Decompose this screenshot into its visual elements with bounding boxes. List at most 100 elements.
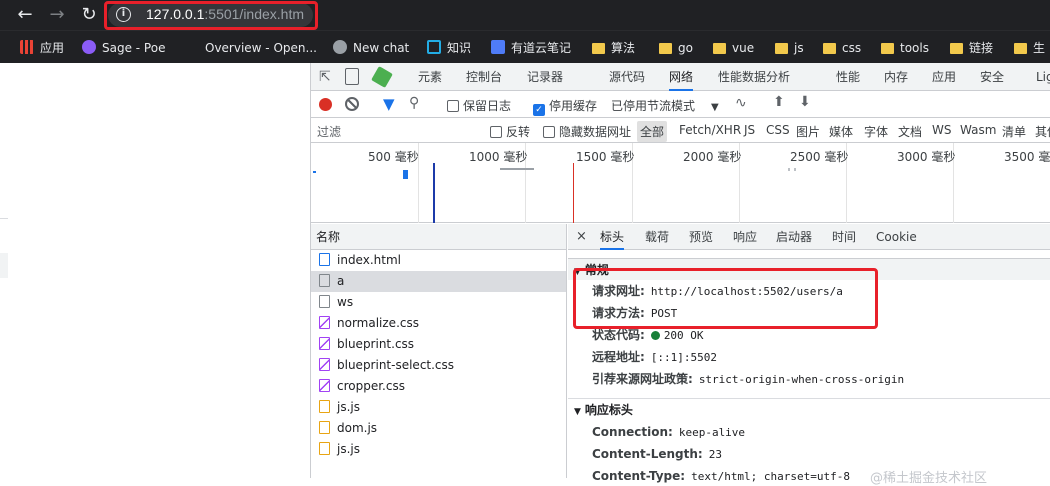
- timeline-tick-label: 3000 毫秒: [897, 150, 956, 164]
- request-row[interactable]: normalize.css: [311, 313, 566, 334]
- tab-performance[interactable]: 性能: [836, 63, 860, 91]
- tab-cookies[interactable]: Cookie: [876, 224, 917, 250]
- bookmark-poe[interactable]: Sage - Poe: [82, 39, 165, 57]
- tab-memory[interactable]: 内存: [884, 63, 908, 91]
- bookmark-folder-go[interactable]: go: [659, 39, 693, 57]
- type-filter-all[interactable]: 全部: [637, 121, 668, 142]
- tab-response[interactable]: 响应: [733, 224, 757, 250]
- tab-headers[interactable]: 标头: [600, 224, 625, 250]
- type-filter-wasm[interactable]: Wasm: [960, 123, 996, 137]
- general-referrer-policy: 引荐来源网址政策: strict-origin-when-cross-origin: [592, 372, 905, 386]
- request-row[interactable]: js.js: [311, 397, 566, 418]
- preserve-log-checkbox[interactable]: 保留日志: [447, 97, 511, 114]
- request-row[interactable]: cropper.css: [311, 376, 566, 397]
- timeline-request-bar: [313, 171, 316, 173]
- request-row[interactable]: blueprint.css: [311, 334, 566, 355]
- load-marker: [573, 163, 574, 223]
- device-toolbar-icon[interactable]: [345, 68, 359, 85]
- bookmark-apps[interactable]: 应用: [20, 39, 64, 57]
- bookmark-openai[interactable]: Overview - Open...: [185, 39, 317, 57]
- type-filter-ws[interactable]: WS: [932, 123, 951, 137]
- request-row[interactable]: dom.js: [311, 418, 566, 439]
- export-har-icon[interactable]: ⬇: [799, 94, 811, 110]
- status-ok-icon: [650, 331, 660, 340]
- search-icon[interactable]: ⚲: [409, 95, 419, 111]
- timeline-tick-label: 1000 毫秒: [469, 150, 528, 164]
- bookmark-folder-vue[interactable]: vue: [713, 39, 754, 57]
- request-row[interactable]: a: [311, 271, 566, 292]
- folder-icon: [592, 43, 605, 54]
- request-row[interactable]: ws: [311, 292, 566, 313]
- reload-icon[interactable]: ↻: [78, 4, 100, 26]
- devtools-panel: ⇱ 元素 控制台 记录器 源代码 网络 性能数据分析 性能 内存 应用 安全 L…: [310, 63, 1050, 486]
- type-filter-img[interactable]: 图片: [796, 123, 820, 140]
- forward-icon[interactable]: →: [46, 4, 68, 26]
- tab-security[interactable]: 安全: [980, 63, 1004, 91]
- checkbox-unchecked-icon: [490, 126, 502, 138]
- tab-timing[interactable]: 时间: [832, 224, 856, 250]
- tab-preview[interactable]: 预览: [689, 224, 713, 250]
- timeline-overview[interactable]: 500 毫秒 1000 毫秒 1500 毫秒 2000 毫秒 2500 毫秒 3…: [311, 143, 1050, 223]
- bookmark-knowledge[interactable]: 知识: [427, 39, 471, 57]
- bookmark-folder-life[interactable]: 生: [1014, 39, 1045, 57]
- bookmark-folder-js[interactable]: js: [775, 39, 804, 57]
- tab-elements[interactable]: 元素: [418, 63, 442, 91]
- response-headers-section-header[interactable]: ▼ 响应标头: [568, 398, 1050, 420]
- type-filter-js[interactable]: JS: [744, 123, 755, 137]
- tab-recorder[interactable]: 记录器: [527, 63, 563, 91]
- type-filter-css[interactable]: CSS: [766, 123, 790, 137]
- checkbox-unchecked-icon: [543, 126, 555, 138]
- request-detail-panel: × 标头 载荷 预览 响应 启动器 时间 Cookie ▼ 常规 请求网址: htt…: [568, 224, 1050, 486]
- type-filter-font[interactable]: 字体: [864, 123, 888, 140]
- record-icon[interactable]: [319, 98, 332, 111]
- folder-icon: [950, 43, 963, 54]
- bilibili-icon: [427, 40, 441, 54]
- type-filter-manifest[interactable]: 清单: [1002, 123, 1026, 140]
- stylesheet-icon: [319, 316, 330, 329]
- bookmark-folder-links[interactable]: 链接: [950, 39, 993, 57]
- bookmark-youdao[interactable]: 有道云笔记: [491, 39, 571, 57]
- tab-performance-insights[interactable]: 性能数据分析: [718, 63, 790, 91]
- tab-application[interactable]: 应用: [932, 63, 956, 91]
- column-header-name[interactable]: 名称: [311, 224, 566, 250]
- timeline-request-bar: [794, 168, 796, 171]
- request-row[interactable]: js.js: [311, 439, 566, 460]
- request-row[interactable]: blueprint-select.css: [311, 355, 566, 376]
- bookmark-folder-tools[interactable]: tools: [881, 39, 929, 57]
- type-filter-doc[interactable]: 文档: [898, 123, 922, 140]
- invert-checkbox[interactable]: 反转: [490, 123, 530, 140]
- request-list: 名称 index.html a ws normalize.css bluepri…: [311, 224, 567, 478]
- response-header-connection: Connection: keep-alive: [592, 425, 746, 439]
- throttle-select[interactable]: 已停用节流模式 ▼: [611, 97, 719, 114]
- bookmark-folder-css[interactable]: css: [823, 39, 861, 57]
- inspect-icon[interactable]: ⇱: [319, 69, 331, 85]
- vue-devtools-icon[interactable]: [371, 66, 393, 88]
- tab-network[interactable]: 网络: [669, 63, 694, 91]
- tab-payload[interactable]: 载荷: [645, 224, 669, 250]
- tab-sources[interactable]: 源代码: [609, 63, 645, 91]
- import-har-icon[interactable]: ⬆: [773, 94, 785, 110]
- filter-input[interactable]: 过滤: [317, 123, 485, 139]
- chevron-down-icon: ▼: [574, 407, 581, 417]
- network-conditions-icon[interactable]: ∿: [735, 95, 747, 111]
- script-icon: [319, 400, 330, 413]
- disable-cache-checkbox[interactable]: ✓ 停用缓存: [533, 97, 597, 116]
- hide-data-urls-checkbox[interactable]: 隐藏数据网址: [543, 123, 631, 140]
- bookmarks-bar: 应用 Sage - Poe Overview - Open... New cha…: [0, 30, 1050, 63]
- tab-lighthouse[interactable]: Lig: [1036, 63, 1050, 91]
- timeline-request-bar: [500, 168, 534, 170]
- type-filter-fetch-xhr[interactable]: Fetch/XHR: [679, 123, 741, 137]
- close-icon[interactable]: ×: [576, 224, 587, 250]
- back-icon[interactable]: ←: [14, 4, 36, 26]
- filter-icon[interactable]: ▼: [383, 95, 395, 113]
- type-filter-media[interactable]: 媒体: [829, 123, 853, 140]
- request-row[interactable]: index.html: [311, 250, 566, 271]
- general-remote-address: 远程地址: [::1]:5502: [592, 350, 718, 364]
- tab-initiator[interactable]: 启动器: [776, 224, 812, 250]
- tab-console[interactable]: 控制台: [466, 63, 502, 91]
- stylesheet-icon: [319, 358, 330, 371]
- bookmark-folder-algo[interactable]: 算法: [592, 39, 635, 57]
- clear-icon[interactable]: [345, 97, 359, 111]
- bookmark-new-chat[interactable]: New chat: [333, 39, 409, 57]
- type-filter-other[interactable]: 其他: [1035, 123, 1050, 140]
